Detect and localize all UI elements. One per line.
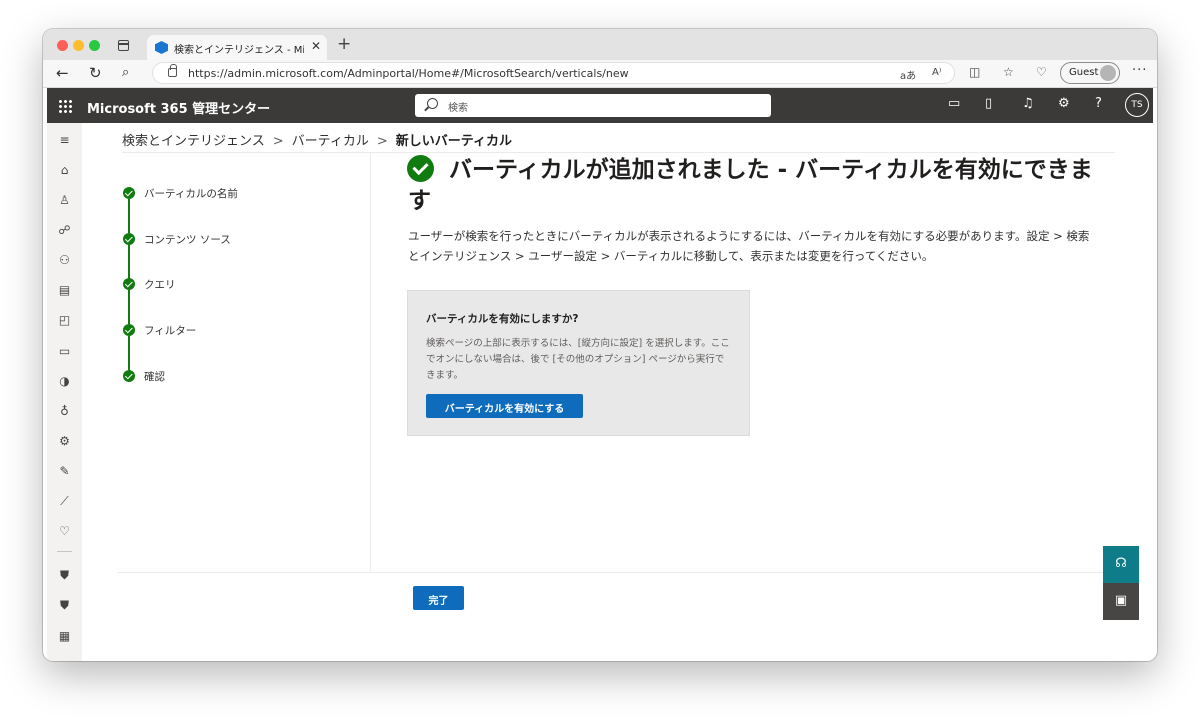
step-complete-icon	[123, 278, 135, 290]
step-label: バーティカルの名前	[144, 188, 238, 200]
browser-essentials-icon[interactable]: ♡	[1036, 65, 1047, 79]
card-body: 検索ページの上部に表示するには、[縦方向に設定] を選択します。ここでオンにしな…	[426, 338, 730, 381]
step-connector	[128, 199, 130, 233]
enable-vertical-button[interactable]: バーティカルを有効にする	[426, 394, 583, 418]
search-placeholder: 検索	[448, 103, 468, 114]
step-complete-icon	[123, 187, 135, 199]
browser-window: 検索とインテリジェンス - Microsoft 365 管理センター ✕ + ←…	[43, 29, 1157, 661]
text-size-icon[interactable]: A⁾	[932, 67, 941, 78]
step-complete-icon	[123, 370, 135, 382]
compliance-icon[interactable]: ⛊	[47, 598, 82, 613]
security-icon[interactable]: ⛊	[47, 568, 82, 583]
suite-header: Microsoft 365 管理センター 検索 ▭ ▯ ♫ ⚙ ? TS	[47, 88, 1153, 123]
support-icon[interactable]: ♁	[47, 404, 82, 418]
card-title: バーティカルを有効にしますか?	[426, 313, 579, 325]
left-nav-rail: ≡ ⌂ ♙ ☍ ⚇ ▤ ◰ ▭ ◑ ♁ ⚙ ✎ ⟋ ♡ ⛊ ⛊ ▦	[47, 123, 82, 661]
close-window-button[interactable]	[57, 40, 68, 51]
breadcrumb-current: 新しいバーティカル	[395, 134, 513, 149]
service-health-icon[interactable]: ♡	[47, 524, 82, 538]
url-text: https://admin.microsoft.com/Adminportal/…	[188, 67, 629, 80]
browser-tab[interactable]: 検索とインテリジェンス - Microsoft 365 管理センター ✕	[147, 35, 327, 60]
address-bar: ← ↻ ⌕ https://admin.microsoft.com/Adminp…	[43, 60, 1157, 88]
headset-icon: ☊	[1115, 556, 1127, 571]
back-icon[interactable]: ←	[56, 64, 69, 82]
tab-close-icon[interactable]: ✕	[311, 39, 321, 53]
step-complete-icon	[123, 324, 135, 336]
new-tab-icon[interactable]: +	[337, 34, 351, 54]
read-aloud-icon[interactable]: aあ	[900, 67, 916, 82]
more-options-icon[interactable]: ···	[1132, 63, 1147, 78]
settings-icon[interactable]: ⚙	[1058, 96, 1070, 111]
terminal-icon[interactable]: ▭	[948, 96, 960, 111]
minimize-window-button[interactable]	[73, 40, 84, 51]
chevron-right-icon: >	[272, 134, 284, 149]
breadcrumb-search-intelligence[interactable]: 検索とインテリジェンス	[122, 134, 265, 149]
settings-nav-icon[interactable]: ⚙	[47, 434, 82, 448]
lock-icon[interactable]	[168, 64, 177, 77]
split-screen-icon[interactable]: ◫	[969, 65, 980, 79]
footer-divider	[118, 572, 1111, 573]
search-icon	[427, 98, 438, 109]
breadcrumb-divider	[122, 152, 1115, 153]
page-title: バーティカルが追加されました - バーティカルを有効にできます	[408, 157, 1093, 214]
devices-icon[interactable]: ▤	[47, 283, 82, 297]
favorites-icon[interactable]: ☆	[1003, 65, 1014, 79]
feedback-icon: ▣	[1114, 593, 1128, 608]
notifications-icon[interactable]: ♫	[1022, 96, 1034, 111]
user-icon[interactable]: ♙	[47, 193, 82, 207]
search-box[interactable]: 検索	[415, 94, 771, 117]
help-icon[interactable]: ?	[1095, 96, 1102, 111]
panel-divider	[370, 153, 371, 571]
setup-icon[interactable]: ✎	[47, 464, 82, 478]
step-label: クエリ	[144, 279, 176, 291]
maximize-window-button[interactable]	[89, 40, 100, 51]
roles-icon[interactable]: ⚇	[47, 253, 82, 267]
breadcrumb-verticals[interactable]: バーティカル	[292, 134, 369, 149]
profile-label: Guest	[1069, 67, 1099, 78]
step-label: フィルター	[144, 325, 197, 337]
search-icon[interactable]: ⌕	[122, 65, 129, 80]
menu-icon[interactable]: ≡	[47, 133, 82, 147]
home-icon[interactable]: ⌂	[47, 163, 82, 177]
tab-strip: 検索とインテリジェンス - Microsoft 365 管理センター ✕ +	[43, 29, 1157, 60]
chevron-right-icon: >	[376, 134, 388, 149]
step-connector	[128, 245, 130, 279]
tab-title: 検索とインテリジェンス - Microsoft 365 管理センター	[174, 45, 304, 56]
profile-avatar-icon	[1100, 65, 1116, 81]
admin-favicon-icon	[155, 41, 168, 54]
refresh-icon[interactable]: ↻	[89, 64, 102, 82]
profile-button[interactable]: Guest	[1060, 62, 1120, 84]
app-launcher-icon[interactable]	[58, 99, 72, 113]
all-admin-centers-icon[interactable]: ▦	[47, 629, 82, 643]
help-support-button[interactable]: ☊	[1103, 546, 1139, 583]
breadcrumb: 検索とインテリジェンス > バーティカル > 新しいバーティカル	[122, 130, 512, 149]
step-complete-icon	[123, 233, 135, 245]
app-title[interactable]: Microsoft 365 管理センター	[87, 98, 270, 117]
billing-icon[interactable]: ◰	[47, 313, 82, 327]
payment-icon[interactable]: ▭	[47, 344, 82, 358]
health-icon[interactable]: ◑	[47, 374, 82, 388]
url-field[interactable]: https://admin.microsoft.com/Adminportal/…	[152, 62, 955, 84]
step-connector	[128, 290, 130, 324]
document-icon[interactable]: ▯	[985, 96, 992, 111]
feedback-button[interactable]: ▣	[1103, 583, 1139, 620]
step-label: コンテンツ ソース	[144, 234, 231, 246]
done-button[interactable]: 完了	[413, 586, 464, 610]
step-label: 確認	[144, 371, 165, 383]
teams-icon[interactable]: ☍	[47, 223, 82, 237]
step-connector	[128, 336, 130, 370]
enable-vertical-card: バーティカルを有効にしますか? 検索ページの上部に表示するには、[縦方向に設定]…	[407, 290, 750, 436]
tab-actions-icon[interactable]	[118, 40, 129, 51]
description: ユーザーが検索を行ったときにバーティカルが表示されるようにするには、バーティカル…	[408, 229, 1090, 263]
rail-divider	[57, 551, 72, 552]
user-avatar[interactable]: TS	[1125, 93, 1149, 117]
reports-icon[interactable]: ⟋	[47, 494, 82, 509]
